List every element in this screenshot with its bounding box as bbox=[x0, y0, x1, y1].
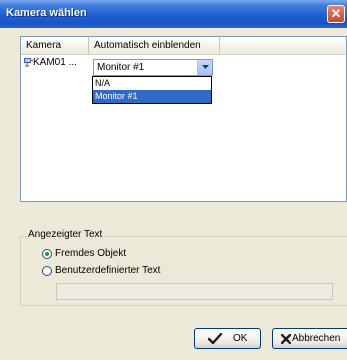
cancel-button[interactable]: Abbrechen bbox=[272, 328, 347, 349]
group-label: Angezeigter Text bbox=[26, 229, 105, 240]
column-header-auto-einblenden[interactable]: Automatisch einblenden bbox=[89, 37, 220, 54]
monitor-select[interactable]: Monitor #1 bbox=[93, 59, 213, 76]
camera-list[interactable]: Kamera Automatisch einblenden KAM01 ... … bbox=[20, 36, 347, 202]
monitor-select-dropdown-button[interactable] bbox=[197, 60, 212, 75]
ok-label: OK bbox=[233, 333, 248, 344]
cancel-label: Abbrechen bbox=[292, 333, 341, 344]
radio-fremdes-objekt-label[interactable]: Fremdes Objekt bbox=[55, 248, 126, 259]
column-header-filler bbox=[220, 37, 225, 54]
close-button[interactable]: ✕ bbox=[327, 5, 345, 23]
radio-benutzerdefiniert[interactable] bbox=[42, 266, 52, 276]
close-x-icon bbox=[281, 334, 291, 344]
list-header: Kamera Automatisch einblenden bbox=[21, 37, 346, 55]
camera-name: KAM01 ... bbox=[33, 57, 77, 68]
dropdown-option-na[interactable]: N/A bbox=[93, 77, 211, 90]
ok-button[interactable]: OK bbox=[194, 328, 261, 349]
window-title: Kamera wählen bbox=[6, 7, 87, 19]
chevron-down-icon bbox=[202, 65, 209, 69]
title-bar[interactable]: Kamera wählen ✕ bbox=[0, 0, 347, 28]
column-header-kamera[interactable]: Kamera bbox=[21, 37, 89, 54]
radio-selected-dot bbox=[45, 252, 49, 256]
close-icon: ✕ bbox=[330, 6, 342, 21]
radio-benutzerdefiniert-label[interactable]: Benutzerdefinierter Text bbox=[55, 265, 160, 276]
radio-fremdes-objekt[interactable] bbox=[42, 249, 52, 259]
monitor-dropdown-list: N/A Monitor #1 bbox=[92, 76, 212, 104]
dialog-window: Kamera wählen ✕ Kamera Automatisch einbl… bbox=[0, 0, 347, 360]
monitor-select-value: Monitor #1 bbox=[97, 62, 145, 73]
custom-text-input[interactable] bbox=[56, 283, 333, 300]
dropdown-option-monitor-1[interactable]: Monitor #1 bbox=[93, 90, 211, 103]
checkmark-icon bbox=[208, 333, 222, 345]
